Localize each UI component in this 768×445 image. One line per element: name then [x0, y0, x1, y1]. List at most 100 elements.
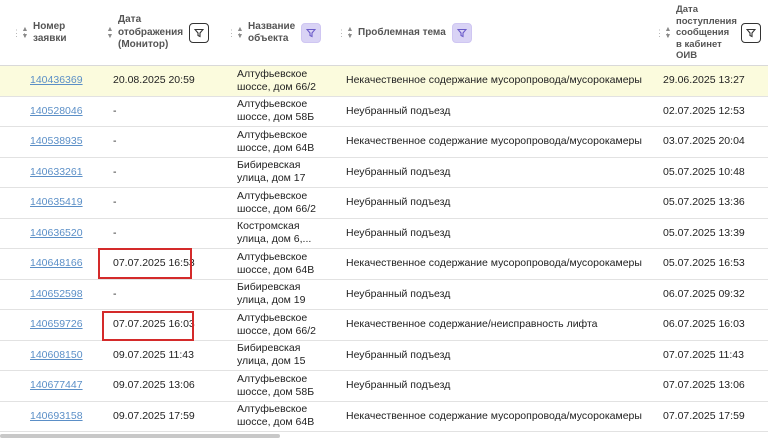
cell-object-name: Алтуфьевское шоссе, дом 66/2: [237, 310, 337, 340]
drag-handle-icon[interactable]: ⋮⋮: [655, 28, 672, 38]
cell-request-id[interactable]: 140693158: [30, 402, 100, 432]
cell-request-id[interactable]: 140648166: [30, 249, 100, 279]
object-name-line: шоссе, дом 66/2: [237, 80, 316, 93]
filter-funnel-icon[interactable]: [451, 23, 472, 43]
object-name-line: Алтуфьевское: [237, 189, 308, 202]
column-header-line: объекта: [248, 33, 289, 44]
cell-topic: Неубранный подъезд: [346, 226, 451, 239]
cell-received-date: 05.07.2025 10:48: [663, 165, 745, 178]
table-row[interactable]: 140659726 07.07.2025 16:03 Алтуфьевское шос…: [0, 310, 768, 341]
filter-funnel-icon[interactable]: [301, 23, 322, 43]
table-row[interactable]: 140528046 - Алтуфьевское шоссе, дом 58Б Неуб…: [0, 97, 768, 127]
cell-display-date: -: [113, 165, 117, 178]
column-header-line: Название: [248, 20, 296, 32]
cell-received-date: 05.07.2025 13:36: [663, 196, 745, 209]
object-name-line: шоссе, дом 58Б: [237, 385, 315, 398]
table-row[interactable]: 140677447 09.07.2025 13:06 Алтуфьевское шос…: [0, 371, 768, 402]
sort-arrows-icon[interactable]: ▲ ▼: [345, 26, 355, 40]
cell-object-name: Бибиревская улица, дом 15: [237, 341, 337, 371]
cell-display-date: 09.07.2025 13:06: [113, 379, 195, 392]
table-row[interactable]: 140608150 09.07.2025 11:43 Бибиревская улиц…: [0, 341, 768, 371]
column-header-line: (Монитор): [118, 39, 169, 51]
drag-handle-icon[interactable]: ⋮⋮: [227, 28, 244, 38]
cell-display-date: 07.07.2025 16:03: [113, 318, 195, 331]
table-row[interactable]: 140648166 07.07.2025 16:53 Алтуфьевское шос…: [0, 249, 768, 280]
request-id-link[interactable]: 140659726: [30, 318, 83, 331]
request-id-link[interactable]: 140608150: [30, 349, 83, 362]
request-id-link[interactable]: 140538935: [30, 135, 83, 148]
table-row[interactable]: 140436369 20.08.2025 20:59 Алтуфьевское шос…: [0, 66, 768, 97]
sort-arrows-icon[interactable]: ▲ ▼: [20, 26, 30, 40]
request-id-link[interactable]: 140693158: [30, 410, 83, 423]
cell-topic: Некачественное содержание/неисправность …: [346, 318, 598, 331]
column-header-received[interactable]: ⋮⋮ ▲ ▼ Дата поступления сообщения в кабин…: [655, 0, 761, 66]
table-row[interactable]: 140693158 09.07.2025 17:59 Алтуфьевское шос…: [0, 402, 768, 432]
sort-arrows-icon[interactable]: ▲ ▼: [105, 26, 115, 40]
table-row[interactable]: 140635419 - Алтуфьевское шоссе, дом 66/2 Неу…: [0, 188, 768, 219]
column-header-line: поступления: [676, 15, 737, 27]
sort-arrows-icon[interactable]: ▲ ▼: [235, 26, 245, 40]
request-id-link[interactable]: 140636520: [30, 227, 83, 240]
object-name-line: Алтуфьевское: [237, 98, 308, 111]
filter-funnel-icon[interactable]: [740, 23, 761, 43]
column-header-label: Дата отображения (Монитор): [118, 14, 183, 52]
object-name-line: Алтуфьевское: [237, 250, 308, 263]
cell-display-date: 09.07.2025 11:43: [113, 348, 194, 361]
column-header-line: Номер: [33, 20, 66, 32]
sort-arrows-icon[interactable]: ▲ ▼: [663, 26, 673, 40]
cell-topic: Неубранный подъезд: [346, 165, 451, 178]
object-name-line: шоссе, дом 64В: [237, 416, 315, 429]
column-header-line: Проблемная тема: [358, 26, 446, 38]
cell-display-date: -: [113, 196, 117, 209]
request-id-link[interactable]: 140652598: [30, 288, 83, 301]
cell-topic: Некачественное содержание мусоропровода/…: [346, 409, 642, 422]
column-header-line: отображения: [118, 26, 184, 38]
cell-request-id[interactable]: 140636520: [30, 219, 100, 249]
object-name-line: Алтуфьевское: [237, 311, 308, 324]
table-row[interactable]: 140652598 - Бибиревская улица, дом 19 Неубра…: [0, 280, 768, 310]
cell-received-date: 06.07.2025 09:32: [663, 287, 745, 300]
cell-topic: Некачественное содержание мусоропровода/…: [346, 135, 642, 148]
column-header-topic[interactable]: ⋮⋮ ▲ ▼ Проблемная тема: [337, 0, 472, 66]
cell-topic: Неубранный подъезд: [346, 287, 451, 300]
cell-request-id[interactable]: 140436369: [30, 66, 100, 96]
cell-request-id[interactable]: 140677447: [30, 371, 100, 401]
cell-request-id[interactable]: 140635419: [30, 188, 100, 218]
cell-received-date: 29.06.2025 13:27: [663, 74, 745, 87]
column-header-display-date[interactable]: ▲ ▼ Дата отображения (Монитор): [105, 0, 210, 66]
request-id-link[interactable]: 140648166: [30, 257, 83, 270]
cell-request-id[interactable]: 140659726: [30, 310, 100, 340]
cell-topic: Неубранный подъезд: [346, 104, 451, 117]
cell-request-id[interactable]: 140528046: [30, 97, 100, 127]
cell-received-date: 07.07.2025 17:59: [663, 409, 745, 422]
request-id-link[interactable]: 140528046: [30, 105, 83, 118]
filter-funnel-icon[interactable]: [189, 23, 210, 43]
request-id-link[interactable]: 140436369: [30, 74, 83, 87]
cell-topic: Неубранный подъезд: [346, 379, 451, 392]
cell-object-name: Алтуфьевское шоссе, дом 64В: [237, 249, 337, 279]
object-name-line: Костромская: [237, 220, 300, 233]
column-header-id[interactable]: ⋮⋮ ▲ ▼ Номер заявки: [12, 0, 67, 66]
cell-object-name: Бибиревская улица, дом 17: [237, 158, 337, 188]
column-header-line: ОИВ: [676, 50, 698, 62]
cell-received-date: 07.07.2025 11:43: [663, 348, 744, 361]
table-row[interactable]: 140636520 - Костромская улица, дом 6,... Неу…: [0, 219, 768, 249]
cell-request-id[interactable]: 140538935: [30, 127, 100, 157]
drag-handle-icon[interactable]: ⋮⋮: [12, 28, 29, 38]
column-header-line: в кабинет: [676, 38, 722, 50]
column-header-object[interactable]: ⋮⋮ ▲ ▼ Название объекта: [227, 0, 322, 66]
table-row[interactable]: 140633261 - Бибиревская улица, дом 17 Неубра…: [0, 158, 768, 188]
column-header-label: Название объекта: [248, 21, 295, 46]
cell-request-id[interactable]: 140633261: [30, 158, 100, 188]
drag-handle-icon[interactable]: ⋮⋮: [337, 28, 354, 38]
request-id-link[interactable]: 140633261: [30, 166, 83, 179]
cell-request-id[interactable]: 140652598: [30, 280, 100, 310]
column-header-line: заявки: [33, 33, 67, 44]
request-id-link[interactable]: 140635419: [30, 196, 83, 209]
table-row[interactable]: 140538935 - Алтуфьевское шоссе, дом 64В Нека…: [0, 127, 768, 158]
object-name-line: шоссе, дом 64В: [237, 263, 315, 276]
cell-object-name: Бибиревская улица, дом 19: [237, 280, 337, 310]
horizontal-scrollbar[interactable]: [0, 434, 280, 438]
cell-request-id[interactable]: 140608150: [30, 341, 100, 371]
request-id-link[interactable]: 140677447: [30, 379, 83, 392]
